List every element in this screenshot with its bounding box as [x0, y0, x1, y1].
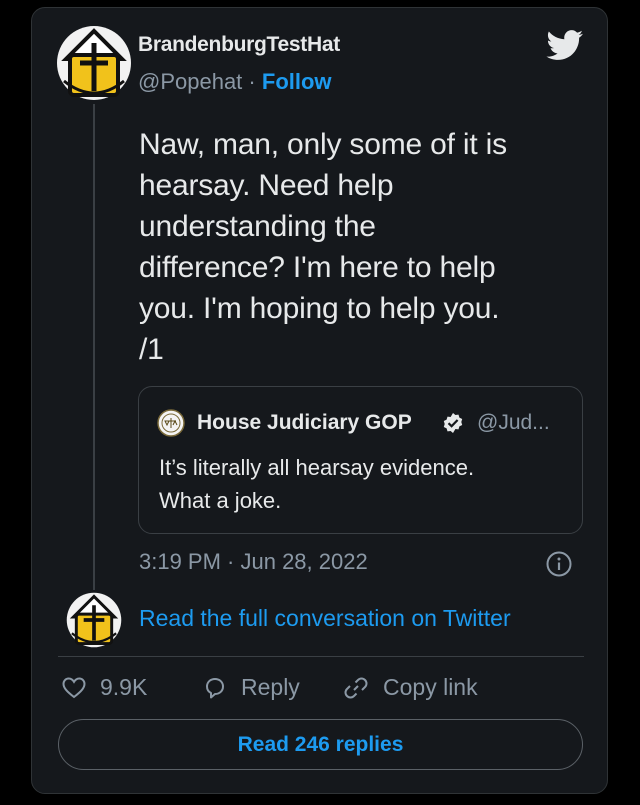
- link-icon: [344, 677, 368, 698]
- quoted-tweet-text: It’s literally all hearsay evidence. Wha…: [159, 455, 475, 513]
- quoted-author-avatar: [157, 409, 185, 437]
- verified-badge-icon: [443, 413, 463, 433]
- read-conversation-link[interactable]: Read the full conversation on Twitter: [139, 605, 511, 632]
- tweet-text: Naw, man, only some of it is hearsay. Ne…: [139, 128, 507, 366]
- like-button[interactable]: 9.9K: [62, 674, 147, 701]
- copy-link-label: Copy link: [383, 674, 478, 700]
- quoted-tweet[interactable]: House Judiciary GOP @Jud... It’s literal…: [138, 386, 583, 534]
- reply-label: Reply: [241, 674, 300, 700]
- likes-count: 9.9K: [100, 674, 148, 700]
- author-handle-row: @Popehat · Follow: [138, 69, 332, 95]
- reply-bubble-icon: [206, 677, 224, 698]
- heart-icon: [62, 676, 86, 698]
- follow-link[interactable]: Follow: [262, 69, 332, 94]
- copy-link-button[interactable]: Copy link: [343, 674, 478, 701]
- thread-line: [93, 104, 95, 590]
- author-avatar[interactable]: [56, 25, 132, 101]
- twitter-bird-icon[interactable]: [546, 30, 584, 61]
- author-name[interactable]: BrandenburgTestHat: [138, 33, 340, 57]
- quoted-author-name: House Judiciary GOP: [197, 411, 412, 434]
- quoted-author-handle: @Jud...: [477, 411, 550, 434]
- read-replies-button[interactable]: Read 246 replies: [58, 719, 583, 770]
- author-avatar-small[interactable]: [66, 592, 122, 648]
- tweet-timestamp[interactable]: 3:19 PM · Jun 28, 2022: [139, 549, 368, 575]
- handle-separator: ·: [248, 69, 256, 94]
- author-handle[interactable]: @Popehat: [138, 69, 242, 94]
- reply-button[interactable]: Reply: [203, 674, 300, 701]
- info-icon[interactable]: [546, 551, 572, 577]
- divider: [58, 656, 584, 657]
